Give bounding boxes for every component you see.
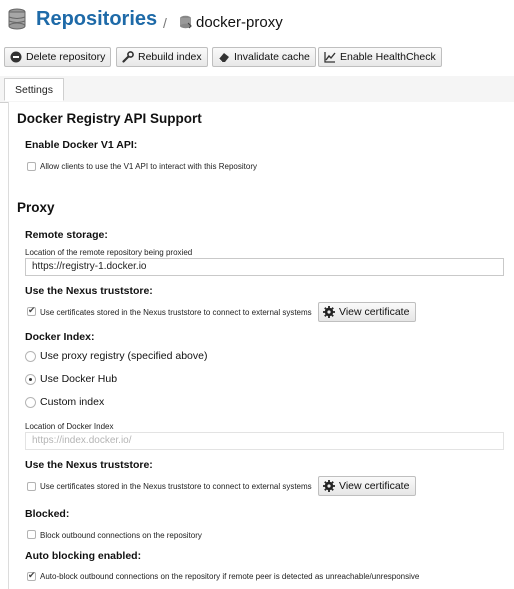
remote-storage-input[interactable]: https://registry-1.docker.io [25,258,504,276]
database-icon [8,8,26,30]
radio-custom-index-label: Custom index [40,396,105,408]
blocked-label: Blocked: [25,508,70,520]
delete-repository-label: Delete repository [26,51,106,63]
remote-storage-label: Remote storage: [25,229,108,241]
view-certificate-button[interactable]: View certificate [318,302,417,322]
view-certificate2-button[interactable]: View certificate [318,476,417,496]
chart-line-icon [324,52,336,63]
truststore-text: Use certificates stored in the Nexus tru… [40,308,312,317]
autoblock-label: Auto blocking enabled: [25,550,142,562]
proxy-heading: Proxy [17,200,55,215]
database-small-icon [180,15,192,29]
index-location-input[interactable]: https://index.docker.io/ [25,432,504,450]
minus-circle-icon [10,51,22,63]
autoblock-text: Auto-block outbound connections on the r… [40,572,420,581]
rebuild-index-button[interactable]: Rebuild index [116,47,208,67]
view-certificate-label: View certificate [339,306,410,318]
docker-index-label: Docker Index: [25,331,95,343]
view-certificate2-label: View certificate [339,480,410,492]
gear-icon [323,306,335,318]
invalidate-cache-button[interactable]: Invalidate cache [212,47,316,67]
truststore2-checkbox[interactable] [27,482,36,491]
index-location-help: Location of Docker Index [25,422,114,431]
wrench-icon [122,51,134,63]
truststore2-label: Use the Nexus truststore: [25,459,153,471]
page-title[interactable]: Repositories [36,8,157,31]
delete-repository-button[interactable]: Delete repository [4,47,112,67]
gear-icon [323,480,335,492]
tab-bar: Settings [0,76,514,103]
radio-use-proxy-registry-label: Use proxy registry (specified above) [40,350,208,362]
enable-v1-api-checkbox[interactable] [27,162,36,171]
page-header: Repositories / docker-proxy [0,0,514,44]
radio-use-docker-hub[interactable] [25,374,36,385]
breadcrumb-separator: / [163,15,167,31]
truststore-checkbox[interactable] [27,305,36,316]
radio-use-proxy-registry[interactable] [25,351,36,362]
truststore2-text: Use certificates stored in the Nexus tru… [40,482,312,491]
settings-panel: Docker Registry API Support Enable Docke… [8,102,514,589]
blocked-text: Block outbound connections on the reposi… [40,531,202,540]
enable-healthcheck-label: Enable HealthCheck [340,51,436,63]
breadcrumb-repo-name: docker-proxy [196,14,283,31]
radio-custom-index[interactable] [25,397,36,408]
autoblock-checkbox[interactable] [27,570,36,581]
blocked-checkbox[interactable] [27,530,36,539]
truststore-label: Use the Nexus truststore: [25,285,153,297]
enable-healthcheck-button[interactable]: Enable HealthCheck [318,47,442,67]
enable-v1-api-label: Enable Docker V1 API: [25,139,138,151]
rebuild-index-label: Rebuild index [138,51,202,63]
invalidate-cache-label: Invalidate cache [234,51,310,63]
remote-storage-help: Location of the remote repository being … [25,248,193,257]
toolbar: Delete repository Rebuild index Invalida… [0,44,514,74]
enable-v1-api-text: Allow clients to use the V1 API to inter… [40,162,257,171]
tab-settings[interactable]: Settings [4,78,64,101]
registry-api-heading: Docker Registry API Support [17,111,202,126]
radio-use-docker-hub-label: Use Docker Hub [40,373,118,385]
eraser-icon [218,53,229,63]
